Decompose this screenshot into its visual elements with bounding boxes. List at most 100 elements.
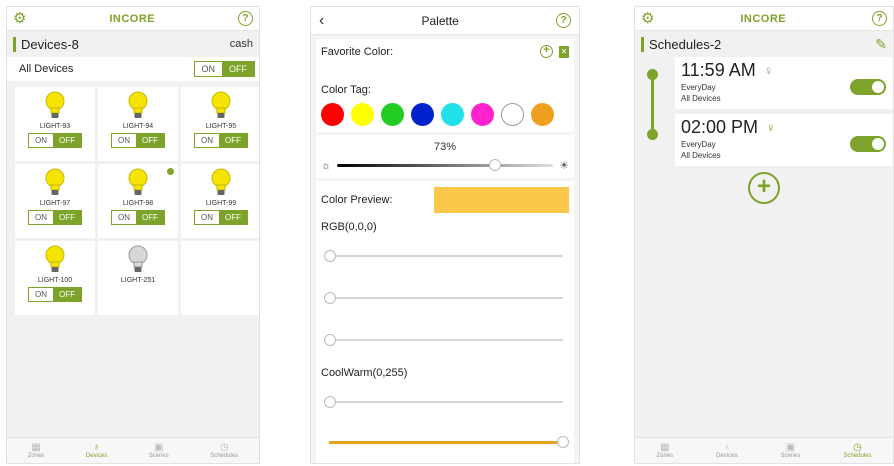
device-on-button[interactable]: ON (195, 134, 219, 147)
color-tag-swatches (321, 103, 569, 126)
device-on-button[interactable]: ON (195, 211, 219, 224)
section-right-label[interactable]: cash (230, 38, 253, 50)
schedule-enable-toggle[interactable] (850, 136, 886, 152)
all-on-button[interactable]: ON (194, 62, 222, 76)
color-swatch[interactable] (441, 103, 464, 126)
tab-scenes[interactable]: ▣ Scenes (780, 441, 801, 459)
device-off-button[interactable]: OFF (136, 211, 164, 224)
device-tile[interactable]: LIGHT-93 ON OFF (15, 87, 95, 161)
coolwarm-slider-handle[interactable] (324, 396, 336, 408)
device-tile[interactable]: LIGHT-99 ON OFF (181, 164, 259, 238)
color-swatch[interactable] (501, 103, 524, 126)
warmth-slider[interactable] (329, 436, 569, 448)
device-name: LIGHT-98 (122, 200, 154, 207)
tab-scenes[interactable]: ▣ Scenes (149, 442, 169, 459)
tab-zones[interactable]: ▦ Zones (28, 441, 45, 459)
brightness-slider-handle[interactable] (488, 159, 501, 171)
tab-bar: ▦ Zones ♁ Devices ▣ Scenes ◷ Schedules (7, 437, 259, 463)
device-name: LIGHT-99 (205, 200, 237, 207)
tab-zones[interactable]: ▦ Zones (656, 442, 673, 459)
favorite-color-card: Favorite Color: + ✕ Color Tag: (316, 39, 574, 132)
device-toggle: ON OFF (194, 210, 248, 225)
color-swatch[interactable] (411, 103, 434, 126)
device-on-button[interactable]: ON (29, 288, 53, 301)
green-slider-handle[interactable] (324, 292, 336, 304)
device-tile[interactable]: LIGHT-94 ON OFF (98, 87, 178, 161)
light-bulb-icon (128, 245, 148, 272)
color-swatch[interactable] (321, 103, 344, 126)
red-slider-handle[interactable] (324, 250, 336, 262)
tab-devices[interactable]: ♁ Devices (86, 442, 107, 459)
tab-label: Devices (716, 452, 738, 459)
device-tile[interactable]: LIGHT-95 ON OFF (181, 87, 259, 161)
brightness-slider[interactable] (337, 159, 554, 171)
brightness-low-icon: ☼ (321, 159, 332, 172)
schedule-enable-toggle[interactable] (850, 79, 886, 95)
bulb-outline-icon: ♀ (763, 63, 774, 78)
device-off-button[interactable]: OFF (53, 134, 81, 147)
green-slider[interactable] (324, 292, 563, 304)
zones-icon: ▦ (31, 441, 41, 453)
devices-screen: ⚙ INCORE ? Devices-8 cash All Devices ON… (6, 6, 260, 464)
light-bulb-icon (45, 91, 65, 118)
favorite-color-label: Favorite Color: (321, 45, 394, 58)
blue-slider[interactable] (324, 334, 563, 346)
device-tile[interactable]: LIGHT-100 ON OFF (15, 241, 95, 315)
device-off-button[interactable]: OFF (53, 211, 81, 224)
edit-pencil-icon[interactable]: ✎ (875, 36, 887, 53)
add-schedule-button[interactable]: + (748, 172, 780, 204)
light-bulb-icon (211, 168, 231, 195)
device-toggle: ON OFF (194, 133, 248, 148)
device-on-button[interactable]: ON (112, 134, 136, 147)
device-tile[interactable]: LIGHT-97 ON OFF (15, 164, 95, 238)
bulb-outline-icon: ♀ (766, 120, 776, 135)
color-tag-label: Color Tag: (321, 84, 371, 96)
device-tile[interactable]: LIGHT-251 (98, 241, 178, 315)
color-swatch[interactable] (531, 103, 554, 126)
schedules-screen: ⚙ INCORE ? Schedules-2 ✎ 11:59 AM ♀ Every… (634, 6, 894, 464)
device-on-button[interactable]: ON (29, 134, 53, 147)
tab-label: Scenes (780, 452, 801, 459)
blue-slider-handle[interactable] (324, 334, 336, 346)
light-bulb-icon (128, 91, 148, 118)
tab-devices[interactable]: ♁ Devices (716, 442, 738, 459)
coolwarm-label: CoolWarm(0,255) (321, 367, 408, 379)
schedule-item[interactable]: 02:00 PM ♀ EveryDay All Devices (675, 114, 893, 166)
device-name: LIGHT-100 (37, 277, 73, 284)
add-favorite-icon[interactable]: + (540, 45, 553, 58)
tab-schedules[interactable]: ◷ Schedules (843, 442, 872, 459)
color-swatch[interactable] (471, 103, 494, 126)
device-tile[interactable]: LIGHT-98 ON OFF (98, 164, 178, 238)
light-bulb-icon (211, 91, 231, 118)
all-off-button[interactable]: OFF (222, 62, 254, 76)
scenes-icon: ▣ (785, 441, 796, 453)
help-icon[interactable]: ? (237, 11, 253, 26)
device-off-button[interactable]: OFF (219, 134, 247, 147)
device-off-button[interactable]: OFF (219, 211, 247, 224)
top-bar: ⚙ INCORE ? (635, 7, 893, 31)
red-slider[interactable] (324, 250, 563, 262)
help-icon[interactable]: ? (871, 11, 887, 26)
device-toggle: ON OFF (111, 210, 165, 225)
color-swatch[interactable] (351, 103, 374, 126)
help-icon[interactable]: ? (556, 13, 571, 28)
gear-icon[interactable]: ⚙ (641, 11, 654, 26)
device-off-button[interactable]: OFF (53, 288, 81, 301)
device-on-button[interactable]: ON (112, 211, 136, 224)
coolwarm-slider[interactable] (324, 396, 563, 408)
tab-schedules[interactable]: ◷ Schedules (210, 442, 238, 459)
light-bulb-icon (128, 168, 148, 195)
warmth-slider-handle[interactable] (557, 436, 569, 448)
tab-bar: ▦ Zones ♁ Devices ▣ Scenes ◷ Schedules (635, 437, 893, 463)
schedule-item[interactable]: 11:59 AM ♀ EveryDay All Devices (675, 57, 893, 109)
light-bulb-icon (45, 168, 65, 195)
tab-label: Schedules (843, 452, 872, 459)
gear-icon[interactable]: ⚙ (13, 11, 26, 26)
device-off-button[interactable]: OFF (136, 134, 164, 147)
device-on-button[interactable]: ON (29, 211, 53, 224)
back-chevron-icon[interactable]: ‹ (319, 12, 324, 30)
color-swatch[interactable] (381, 103, 404, 126)
light-bulb-icon (45, 245, 65, 272)
brand-logo: INCORE (740, 12, 787, 25)
delete-favorite-icon[interactable]: ✕ (559, 45, 569, 58)
